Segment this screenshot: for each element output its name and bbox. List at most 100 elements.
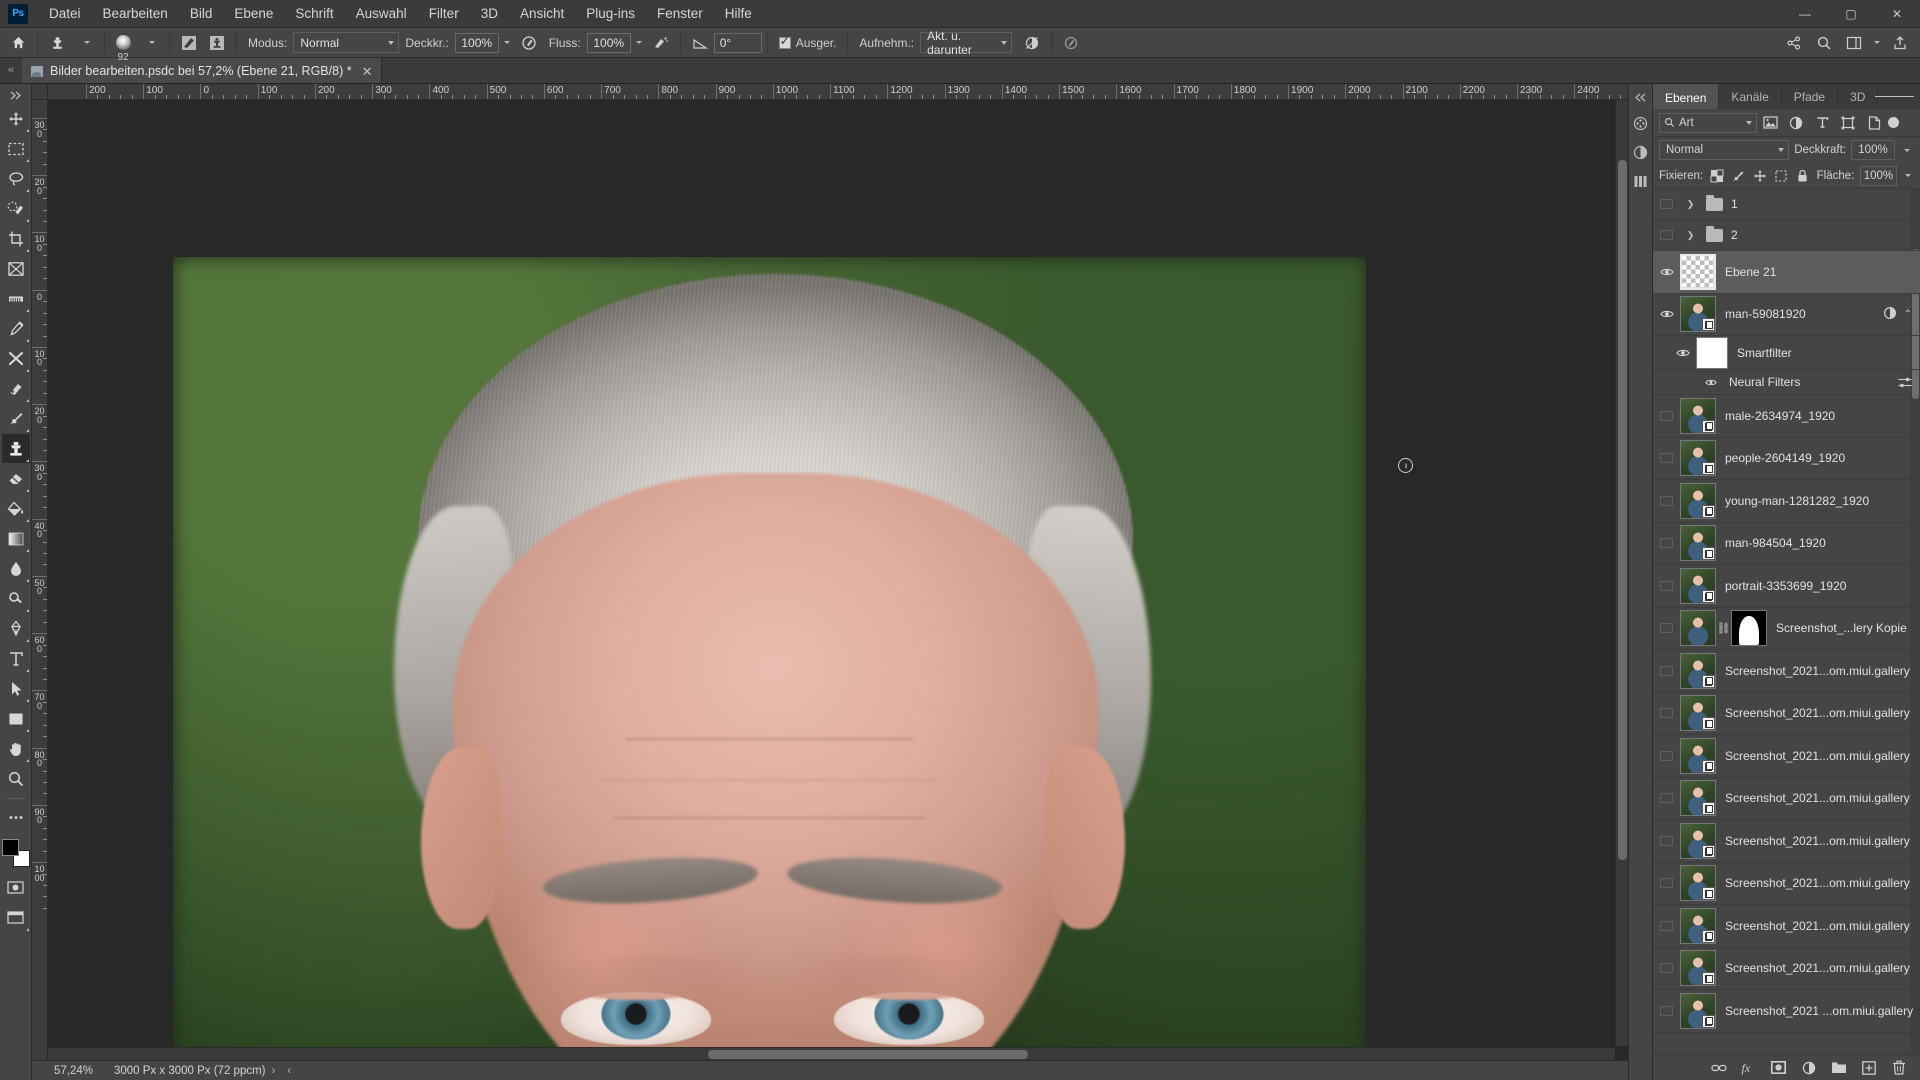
eyedropper-tool[interactable] bbox=[2, 284, 30, 313]
lock-all-icon[interactable] bbox=[1795, 166, 1811, 185]
move-tool[interactable] bbox=[2, 104, 30, 133]
eraser-tool[interactable] bbox=[2, 464, 30, 493]
layer-opacity-caret[interactable] bbox=[1900, 140, 1914, 160]
collapse-tools-icon[interactable] bbox=[2, 87, 30, 103]
menu-auswahl[interactable]: Auswahl bbox=[345, 1, 418, 26]
brush-tool[interactable] bbox=[2, 404, 30, 433]
layer-visibility-toggle[interactable] bbox=[1653, 961, 1680, 975]
layer-visibility-toggle[interactable] bbox=[1653, 791, 1680, 805]
edit-toolbar-icon[interactable] bbox=[2, 803, 30, 832]
layer-thumbnail[interactable] bbox=[1680, 253, 1716, 290]
layer-list[interactable]: ❯ 1 ❯ 2 Ebene 21 man-59081920 ⌃ Smartfilter Neur… bbox=[1653, 189, 1920, 1054]
clone-stamp-tool[interactable] bbox=[1, 434, 30, 463]
status-collapse-icon[interactable]: ‹ bbox=[281, 1065, 297, 1077]
dodge-tool[interactable] bbox=[2, 584, 30, 613]
blend-mode-select[interactable]: Normal bbox=[293, 32, 400, 53]
new-group-icon[interactable] bbox=[1830, 1059, 1847, 1076]
tablet-pressure-icon[interactable] bbox=[1057, 30, 1085, 56]
menu-3d[interactable]: 3D bbox=[470, 1, 509, 26]
filter-pixel-layers-icon[interactable] bbox=[1757, 112, 1783, 134]
layer-row[interactable]: Screenshot_2021 ...om.miui.gallery bbox=[1653, 990, 1920, 1033]
layer-thumbnail[interactable] bbox=[1680, 992, 1716, 1029]
filter-type-select[interactable]: Art bbox=[1659, 112, 1757, 133]
add-layer-style-icon[interactable]: fx bbox=[1740, 1059, 1757, 1076]
tab-scroll-left[interactable]: « bbox=[0, 57, 22, 83]
eye-icon-hidden[interactable] bbox=[1659, 1004, 1674, 1018]
panel-menu-icon[interactable] bbox=[1875, 84, 1914, 109]
menu-filter[interactable]: Filter bbox=[418, 1, 470, 26]
eye-icon[interactable] bbox=[1675, 346, 1690, 360]
layer-visibility-toggle[interactable] bbox=[1653, 346, 1696, 360]
flow-caret[interactable] bbox=[631, 30, 647, 56]
layer-row[interactable]: man-984504_1920 bbox=[1653, 523, 1920, 565]
pen-tool[interactable] bbox=[2, 614, 30, 643]
layer-row[interactable]: Ebene 21 bbox=[1653, 251, 1920, 294]
layer-row[interactable]: man-59081920 ⌃ bbox=[1653, 294, 1920, 336]
lasso-tool[interactable] bbox=[2, 164, 30, 193]
layer-thumbnail[interactable] bbox=[1680, 652, 1716, 689]
color-panel-icon[interactable] bbox=[1633, 116, 1648, 134]
home-icon[interactable] bbox=[4, 30, 32, 56]
eye-icon-hidden[interactable] bbox=[1659, 451, 1674, 465]
artboard[interactable] bbox=[173, 257, 1366, 1060]
layer-row[interactable]: male-2634974_1920 bbox=[1653, 395, 1920, 438]
layer-thumbnail[interactable] bbox=[1680, 737, 1716, 774]
layer-thumbnail[interactable] bbox=[1680, 397, 1716, 434]
layer-thumbnail[interactable] bbox=[1680, 567, 1716, 604]
eye-icon-hidden[interactable] bbox=[1659, 579, 1674, 593]
layer-row[interactable]: ⛓ Screenshot_...lery Kopie bbox=[1653, 608, 1920, 650]
screen-mode-icon[interactable] bbox=[2, 903, 30, 932]
layer-visibility-toggle[interactable] bbox=[1653, 876, 1680, 890]
menu-ebene[interactable]: Ebene bbox=[223, 1, 284, 26]
patch-tool[interactable] bbox=[2, 374, 30, 403]
color-picker-tool[interactable] bbox=[2, 314, 30, 343]
maximize-button[interactable]: ▢ bbox=[1828, 0, 1874, 28]
layer-thumbnail[interactable] bbox=[1680, 296, 1716, 333]
menu-schrift[interactable]: Schrift bbox=[284, 1, 344, 26]
menu-hilfe[interactable]: Hilfe bbox=[714, 1, 763, 26]
panel-expand-icon[interactable] bbox=[1634, 90, 1647, 105]
layer-row[interactable]: Screenshot_2021...om.miui.gallery bbox=[1653, 778, 1920, 820]
layer-thumbnail[interactable] bbox=[1680, 525, 1716, 562]
add-adjustment-layer-icon[interactable] bbox=[1800, 1059, 1817, 1076]
menu-ansicht[interactable]: Ansicht bbox=[509, 1, 575, 26]
airbrush-icon[interactable] bbox=[647, 30, 675, 56]
ignore-adjustment-layers-icon[interactable] bbox=[1018, 30, 1046, 56]
path-selection-tool[interactable] bbox=[2, 674, 30, 703]
eye-icon-hidden[interactable] bbox=[1659, 961, 1674, 975]
quick-mask-icon[interactable] bbox=[2, 873, 30, 902]
lock-artboard-nesting-icon[interactable] bbox=[1774, 166, 1790, 185]
close-icon[interactable]: ✕ bbox=[359, 65, 376, 78]
eye-icon-hidden[interactable] bbox=[1659, 919, 1674, 933]
layer-visibility-toggle[interactable] bbox=[1653, 579, 1680, 593]
scrollbar-thumb[interactable] bbox=[708, 1050, 1028, 1059]
fill-caret[interactable] bbox=[1903, 166, 1914, 186]
layer-row[interactable]: Screenshot_2021...om.miui.gallery bbox=[1653, 693, 1920, 735]
aligned-checkbox[interactable]: Ausger. bbox=[773, 34, 843, 50]
filter-settings-icon[interactable] bbox=[1898, 377, 1912, 388]
layer-group-row[interactable]: ❯ 1 bbox=[1653, 189, 1920, 220]
workspace-caret[interactable] bbox=[1870, 30, 1884, 56]
layer-visibility-toggle[interactable] bbox=[1653, 197, 1680, 211]
workspace-switcher-icon[interactable] bbox=[1840, 30, 1868, 56]
close-button[interactable]: ✕ bbox=[1874, 0, 1920, 28]
pressure-opacity-icon[interactable] bbox=[515, 30, 543, 56]
layer-visibility-toggle[interactable] bbox=[1653, 409, 1680, 423]
eye-icon-hidden[interactable] bbox=[1659, 228, 1674, 242]
blur-tool[interactable] bbox=[2, 554, 30, 583]
eye-icon-hidden[interactable] bbox=[1659, 834, 1674, 848]
sample-source-select[interactable]: Akt. u. darunter bbox=[920, 29, 1013, 57]
eye-icon-hidden[interactable] bbox=[1659, 536, 1674, 550]
filter-smart-objects-icon[interactable] bbox=[1861, 112, 1887, 134]
brush-settings-panel-icon[interactable] bbox=[175, 30, 203, 56]
share-icon[interactable] bbox=[1780, 30, 1808, 56]
horizontal-ruler[interactable]: 200 100 0 100 200 300 400 500 600 700 800 900 1000 11… bbox=[32, 84, 1628, 100]
smart-filter-row[interactable]: Smartfilter bbox=[1653, 336, 1920, 370]
eye-icon-hidden[interactable] bbox=[1659, 791, 1674, 805]
layer-row[interactable]: young-man-1281282_1920 bbox=[1653, 480, 1920, 523]
canvas-area[interactable] bbox=[48, 100, 1628, 1060]
preset-picker-caret[interactable] bbox=[71, 30, 99, 56]
search-icon[interactable] bbox=[1810, 30, 1838, 56]
layer-row[interactable]: Screenshot_2021...om.miui.gallery bbox=[1653, 735, 1920, 778]
mask-link-icon[interactable]: ⛓ bbox=[1717, 622, 1731, 635]
